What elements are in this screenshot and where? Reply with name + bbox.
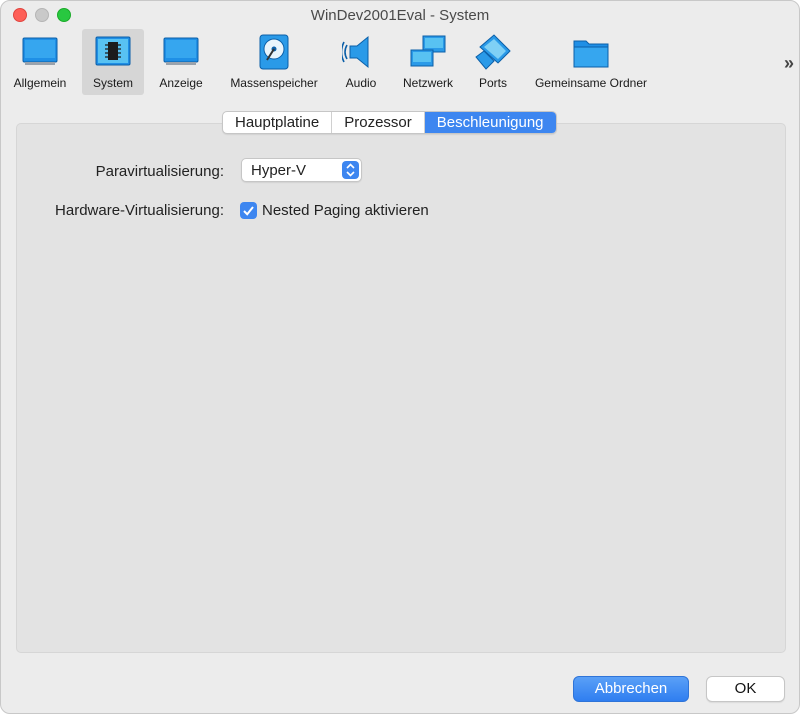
more-items-icon[interactable]: » [784, 53, 794, 74]
title-bar: WinDev2001Eval - System [1, 1, 799, 29]
chip-icon [95, 36, 131, 66]
nested-paging-checkbox[interactable] [240, 202, 257, 219]
hardware-virtualization-label: Hardware-Virtualisierung: [55, 202, 224, 219]
tab-prozessor[interactable]: Prozessor [332, 112, 425, 133]
paravirtualization-select[interactable]: Hyper-V [241, 158, 362, 182]
cancel-button[interactable]: Abbrechen [573, 676, 689, 702]
toolbar-item-gemeinsame-ordner[interactable]: Gemeinsame Ordner [529, 29, 653, 95]
network-icon [410, 35, 446, 67]
toolbar-item-massenspeicher[interactable]: Massenspeicher [223, 29, 325, 95]
monitor-icon [22, 37, 58, 65]
settings-window: WinDev2001Eval - System Allgemein System… [0, 0, 800, 714]
toolbar-item-ports[interactable]: Ports [471, 29, 515, 95]
toolbar-item-audio[interactable]: Audio [337, 29, 385, 95]
folder-icon [573, 40, 609, 68]
ok-button[interactable]: OK [706, 676, 785, 702]
toolbar-item-allgemein[interactable]: Allgemein [7, 29, 73, 95]
nested-paging-label[interactable]: Nested Paging aktivieren [262, 202, 429, 219]
paravirtualization-value: Hyper-V [251, 162, 307, 179]
settings-toolbar: Allgemein System Anzeige Massenspeicher … [1, 29, 799, 97]
tab-beschleunigung[interactable]: Beschleunigung [424, 112, 556, 133]
toolbar-item-system[interactable]: System [82, 29, 144, 95]
hard-disk-icon [259, 34, 289, 70]
chevron-updown-icon [342, 161, 359, 179]
display-icon [163, 37, 199, 65]
toolbar-item-netzwerk[interactable]: Netzwerk [397, 29, 459, 95]
speaker-icon [342, 35, 369, 69]
paravirtualization-label: Paravirtualisierung: [95, 163, 224, 180]
checkmark-icon [243, 206, 254, 216]
tab-hauptplatine[interactable]: Hauptplatine [223, 112, 333, 133]
port-icon [475, 34, 511, 70]
toolbar-item-anzeige[interactable]: Anzeige [151, 29, 211, 95]
window-title: WinDev2001Eval - System [310, 7, 490, 24]
tab-bar: Hauptplatine Prozessor Beschleunigung [222, 111, 557, 134]
